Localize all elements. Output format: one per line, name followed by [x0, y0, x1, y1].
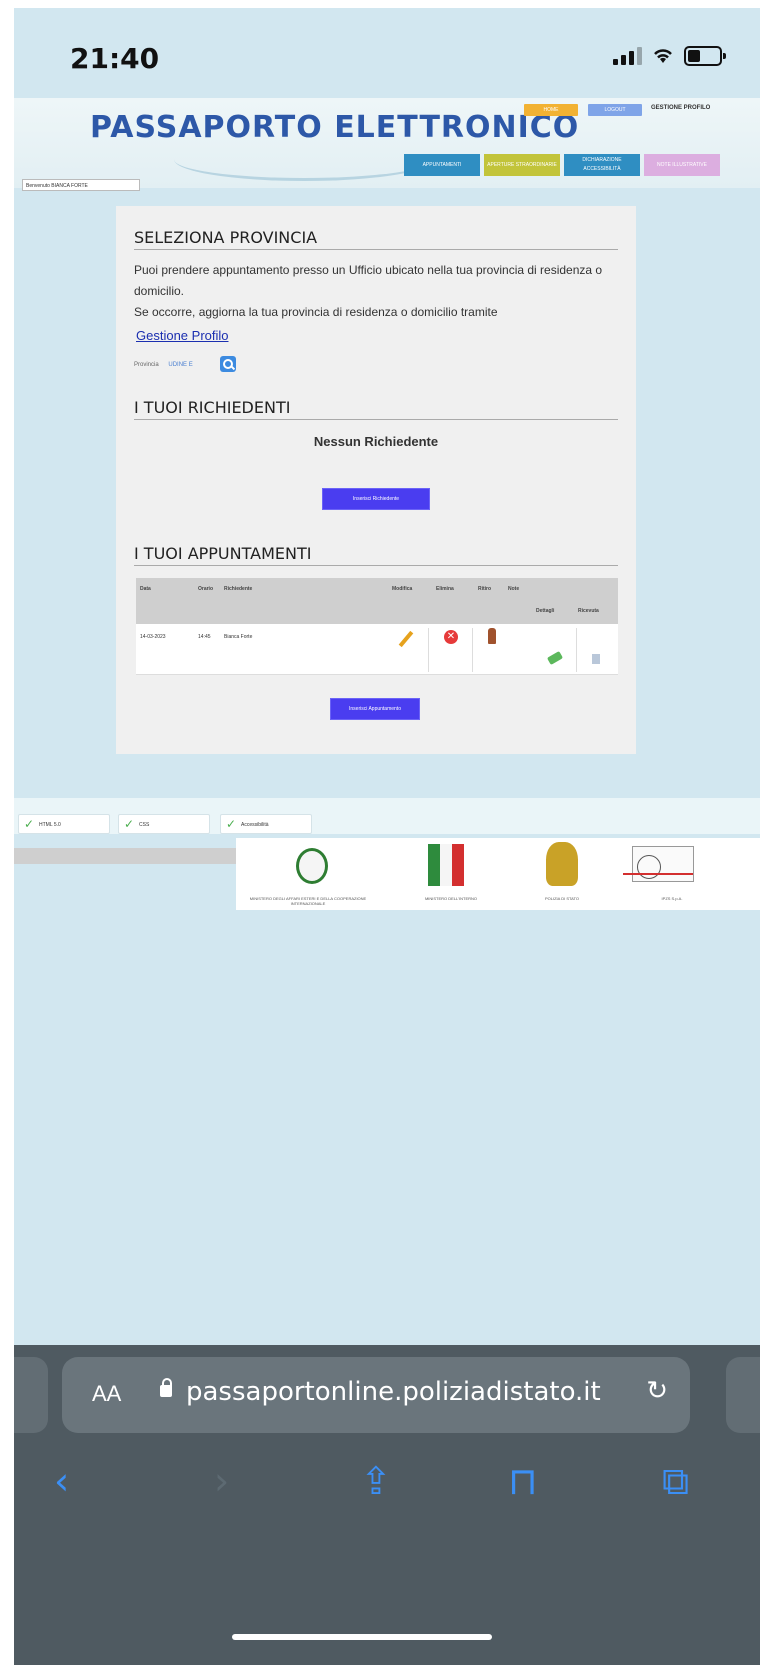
reader-options-button[interactable]: AA	[92, 1381, 121, 1407]
add-appuntamento-button[interactable]: Inserisci Appuntamento	[330, 698, 420, 720]
share-icon[interactable]: ⇪	[360, 1459, 392, 1503]
row-name: Bianca Forte	[224, 634, 253, 640]
bookmarks-icon[interactable]: ⊓	[508, 1459, 538, 1503]
table-row: 14-03-2023 14:45 Bianca Forte ✕	[136, 624, 618, 675]
nav-dichiarazione[interactable]: DICHIARAZIONE ACCESSIBILITÀ	[564, 154, 640, 176]
table-header: Data Orario Richiedente Modifica Elimina…	[136, 578, 618, 624]
col-dettagli: Dettagli	[536, 608, 555, 614]
provincia-text1: Puoi prendere appuntamento presso un Uff…	[134, 263, 603, 298]
status-time: 21:40	[70, 42, 160, 75]
col-modifica: Modifica	[392, 586, 413, 592]
no-richiedenti-text: Nessun Richiedente	[313, 434, 439, 449]
url-text[interactable]: passaportonline.poliziadistato.it	[186, 1377, 601, 1407]
delete-icon[interactable]: ✕	[444, 630, 458, 644]
col-data: Data	[140, 586, 151, 592]
badge-css[interactable]: ✓ CSS	[118, 814, 210, 834]
previous-tab[interactable]	[14, 1357, 48, 1433]
republic-emblem-icon[interactable]	[296, 848, 328, 884]
phone-screen: 21:40 PASSAPORTO ELETTRONICO HOME LOGOUT…	[14, 8, 760, 1665]
forward-icon[interactable]: ›	[214, 1459, 229, 1503]
battery-icon	[684, 46, 726, 66]
nav-note[interactable]: NOTE ILLUSTRATIVE	[644, 154, 720, 176]
col-richiedente: Richiedente	[224, 586, 253, 592]
badge-html[interactable]: ✓ HTML 5.0	[18, 814, 110, 834]
col-elimina: Elimina	[436, 586, 454, 592]
appuntamenti-heading: I TUOI APPUNTAMENTI	[134, 544, 618, 566]
check-icon: ✓	[226, 817, 237, 831]
tabs-icon[interactable]: ⧉	[662, 1459, 689, 1504]
content-panel: SELEZIONA PROVINCIA Puoi prendere appunt…	[116, 206, 636, 754]
col-ritiro: Ritiro	[478, 586, 492, 592]
edit-icon[interactable]	[398, 630, 414, 648]
home-indicator[interactable]	[232, 1634, 492, 1640]
col-separator	[428, 628, 429, 672]
col-orario: Orario	[198, 586, 214, 592]
details-icon[interactable]	[546, 651, 564, 665]
logo-caption-ipzs: IPZS S.p.A.	[661, 896, 683, 901]
col-separator	[576, 628, 577, 672]
reload-icon[interactable]: ↻	[646, 1375, 668, 1406]
status-icons	[613, 46, 726, 66]
footer-logos: MINISTERO DEGLI AFFARI ESTERI E DELLA CO…	[236, 838, 760, 910]
lock-icon	[160, 1378, 172, 1397]
check-icon: ✓	[124, 817, 135, 831]
wifi-icon	[654, 49, 672, 63]
provincia-label: Provincia	[134, 362, 159, 368]
home-button[interactable]: HOME	[524, 104, 578, 116]
ipzs-logo-icon[interactable]	[623, 846, 694, 882]
site-title: PASSAPORTO ELETTRONICO	[90, 110, 580, 145]
richiedenti-heading: I TUOI RICHIEDENTI	[134, 398, 618, 420]
browser-chrome: AA passaportonline.poliziadistato.it ↻ ‹…	[14, 1345, 760, 1665]
logout-button[interactable]: LOGOUT	[588, 104, 642, 116]
footer-gray-bar	[14, 848, 236, 864]
provincia-value: UDINE E	[168, 362, 193, 368]
gestione-profilo-link[interactable]: Gestione Profilo	[136, 328, 229, 343]
provincia-heading: SELEZIONA PROVINCIA	[134, 228, 618, 250]
badge-accessibilita-label: Accessibilità	[241, 822, 269, 828]
ritiro-icon[interactable]	[488, 628, 496, 644]
row-time: 14:45	[198, 634, 211, 640]
next-tab[interactable]	[726, 1357, 760, 1433]
welcome-label: Benvenuto BIANCA FORTE	[22, 179, 140, 191]
back-icon[interactable]: ‹	[54, 1459, 69, 1503]
badge-html-label: HTML 5.0	[39, 822, 61, 828]
logo-caption-maeci: MINISTERO DEGLI AFFARI ESTERI E DELLA CO…	[249, 896, 367, 906]
signal-icon	[613, 47, 642, 65]
col-note: Note	[508, 586, 520, 592]
col-ricevuta: Ricevuta	[578, 608, 599, 614]
add-richiedente-button[interactable]: Inserisci Richiedente	[322, 488, 430, 510]
provincia-text2: Se occorre, aggiorna la tua provincia di…	[134, 305, 498, 319]
polizia-crest-icon[interactable]	[546, 842, 578, 886]
col-separator	[472, 628, 473, 672]
nav-aperture[interactable]: APERTURE STRAORDINARIE	[484, 154, 560, 176]
nav-appuntamenti[interactable]: APPUNTAMENTI	[404, 154, 480, 176]
receipt-icon[interactable]	[592, 654, 600, 664]
logo-caption-interno: MINISTERO DELL'INTERNO	[424, 896, 478, 901]
badge-accessibilita[interactable]: ✓ Accessibilità	[220, 814, 312, 834]
italian-flag-icon[interactable]	[428, 844, 464, 886]
appuntamenti-table: Data Orario Richiedente Modifica Elimina…	[136, 578, 618, 675]
profile-link[interactable]: GESTIONE PROFILO	[651, 105, 710, 111]
provincia-row: Provincia UDINE E	[134, 362, 193, 368]
address-bar[interactable]: AA passaportonline.poliziadistato.it ↻	[62, 1357, 690, 1433]
row-date: 14-03-2023	[140, 634, 166, 640]
check-icon: ✓	[24, 817, 35, 831]
search-icon[interactable]	[220, 356, 236, 372]
badge-css-label: CSS	[139, 822, 150, 828]
logo-caption-polizia: POLIZIA DI STATO	[544, 896, 579, 901]
